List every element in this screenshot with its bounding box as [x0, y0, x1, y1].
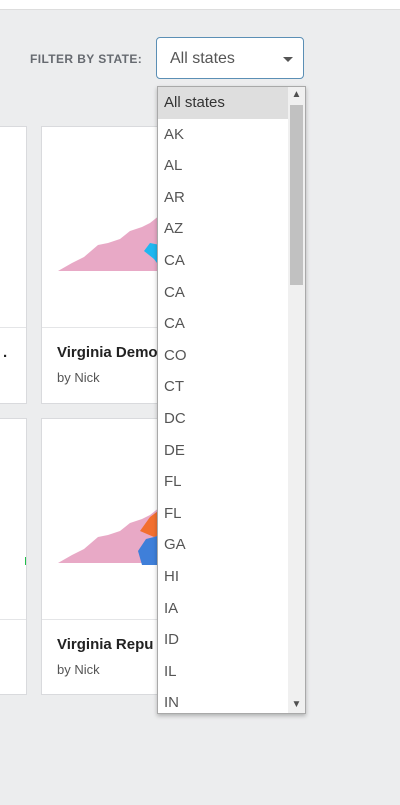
state-option[interactable]: CA — [158, 245, 289, 277]
chevron-down-icon — [283, 57, 293, 62]
state-option[interactable]: FL — [158, 498, 289, 530]
scroll-down-icon[interactable]: ▼ — [288, 697, 305, 713]
state-option[interactable]: HI — [158, 561, 289, 593]
state-filter-select[interactable]: All states — [156, 37, 304, 79]
state-option[interactable]: GA — [158, 529, 289, 561]
state-option[interactable]: FL — [158, 466, 289, 498]
state-option[interactable]: AL — [158, 150, 289, 182]
card-author: by Nick — [57, 662, 100, 677]
state-option[interactable]: AZ — [158, 213, 289, 245]
virginia-map — [58, 500, 170, 565]
card-title: Virginia Demo — [57, 344, 158, 361]
map-fragment — [25, 557, 26, 565]
state-option[interactable]: CT — [158, 371, 289, 403]
card-title: Virginia Repu — [57, 636, 154, 653]
map-card[interactable]: Virginia Demo by Nick — [41, 126, 171, 404]
map-thumbnail — [42, 419, 170, 620]
state-option[interactable]: CA — [158, 277, 289, 309]
map-card[interactable] — [0, 418, 27, 695]
state-option[interactable]: CA — [158, 308, 289, 340]
map-card[interactable]: Virginia Repu by Nick — [41, 418, 171, 695]
state-dropdown-list[interactable]: All states AK AL AR AZ CA CA CA CO CT DC DE FL FL GA HI… — [157, 86, 306, 714]
map-thumbnail — [0, 419, 26, 620]
virginia-map — [58, 211, 170, 271]
state-option[interactable]: AK — [158, 119, 289, 151]
state-option[interactable]: AR — [158, 182, 289, 214]
state-option[interactable]: IA — [158, 593, 289, 625]
card-author: by Nick — [57, 370, 100, 385]
state-option[interactable]: ID — [158, 624, 289, 656]
state-option[interactable]: All states — [158, 87, 289, 119]
state-filter-value: All states — [170, 50, 235, 67]
state-options: All states AK AL AR AZ CA CA CA CO CT DC DE FL FL GA HI… — [158, 87, 289, 713]
scrollbar[interactable]: ▲ ▼ — [288, 87, 305, 713]
card-title: . — [3, 344, 8, 361]
state-option[interactable]: DC — [158, 403, 289, 435]
scrollbar-thumb[interactable] — [290, 105, 303, 285]
state-option[interactable]: IN — [158, 687, 289, 713]
map-card[interactable]: . — [0, 126, 27, 404]
map-thumbnail — [0, 127, 26, 328]
state-option[interactable]: CO — [158, 340, 289, 372]
state-option[interactable]: IL — [158, 656, 289, 688]
scroll-up-icon[interactable]: ▲ — [288, 87, 305, 103]
filter-label: FILTER BY STATE: — [30, 52, 143, 66]
top-bar — [0, 0, 400, 10]
state-option[interactable]: DE — [158, 435, 289, 467]
map-thumbnail — [42, 127, 170, 328]
